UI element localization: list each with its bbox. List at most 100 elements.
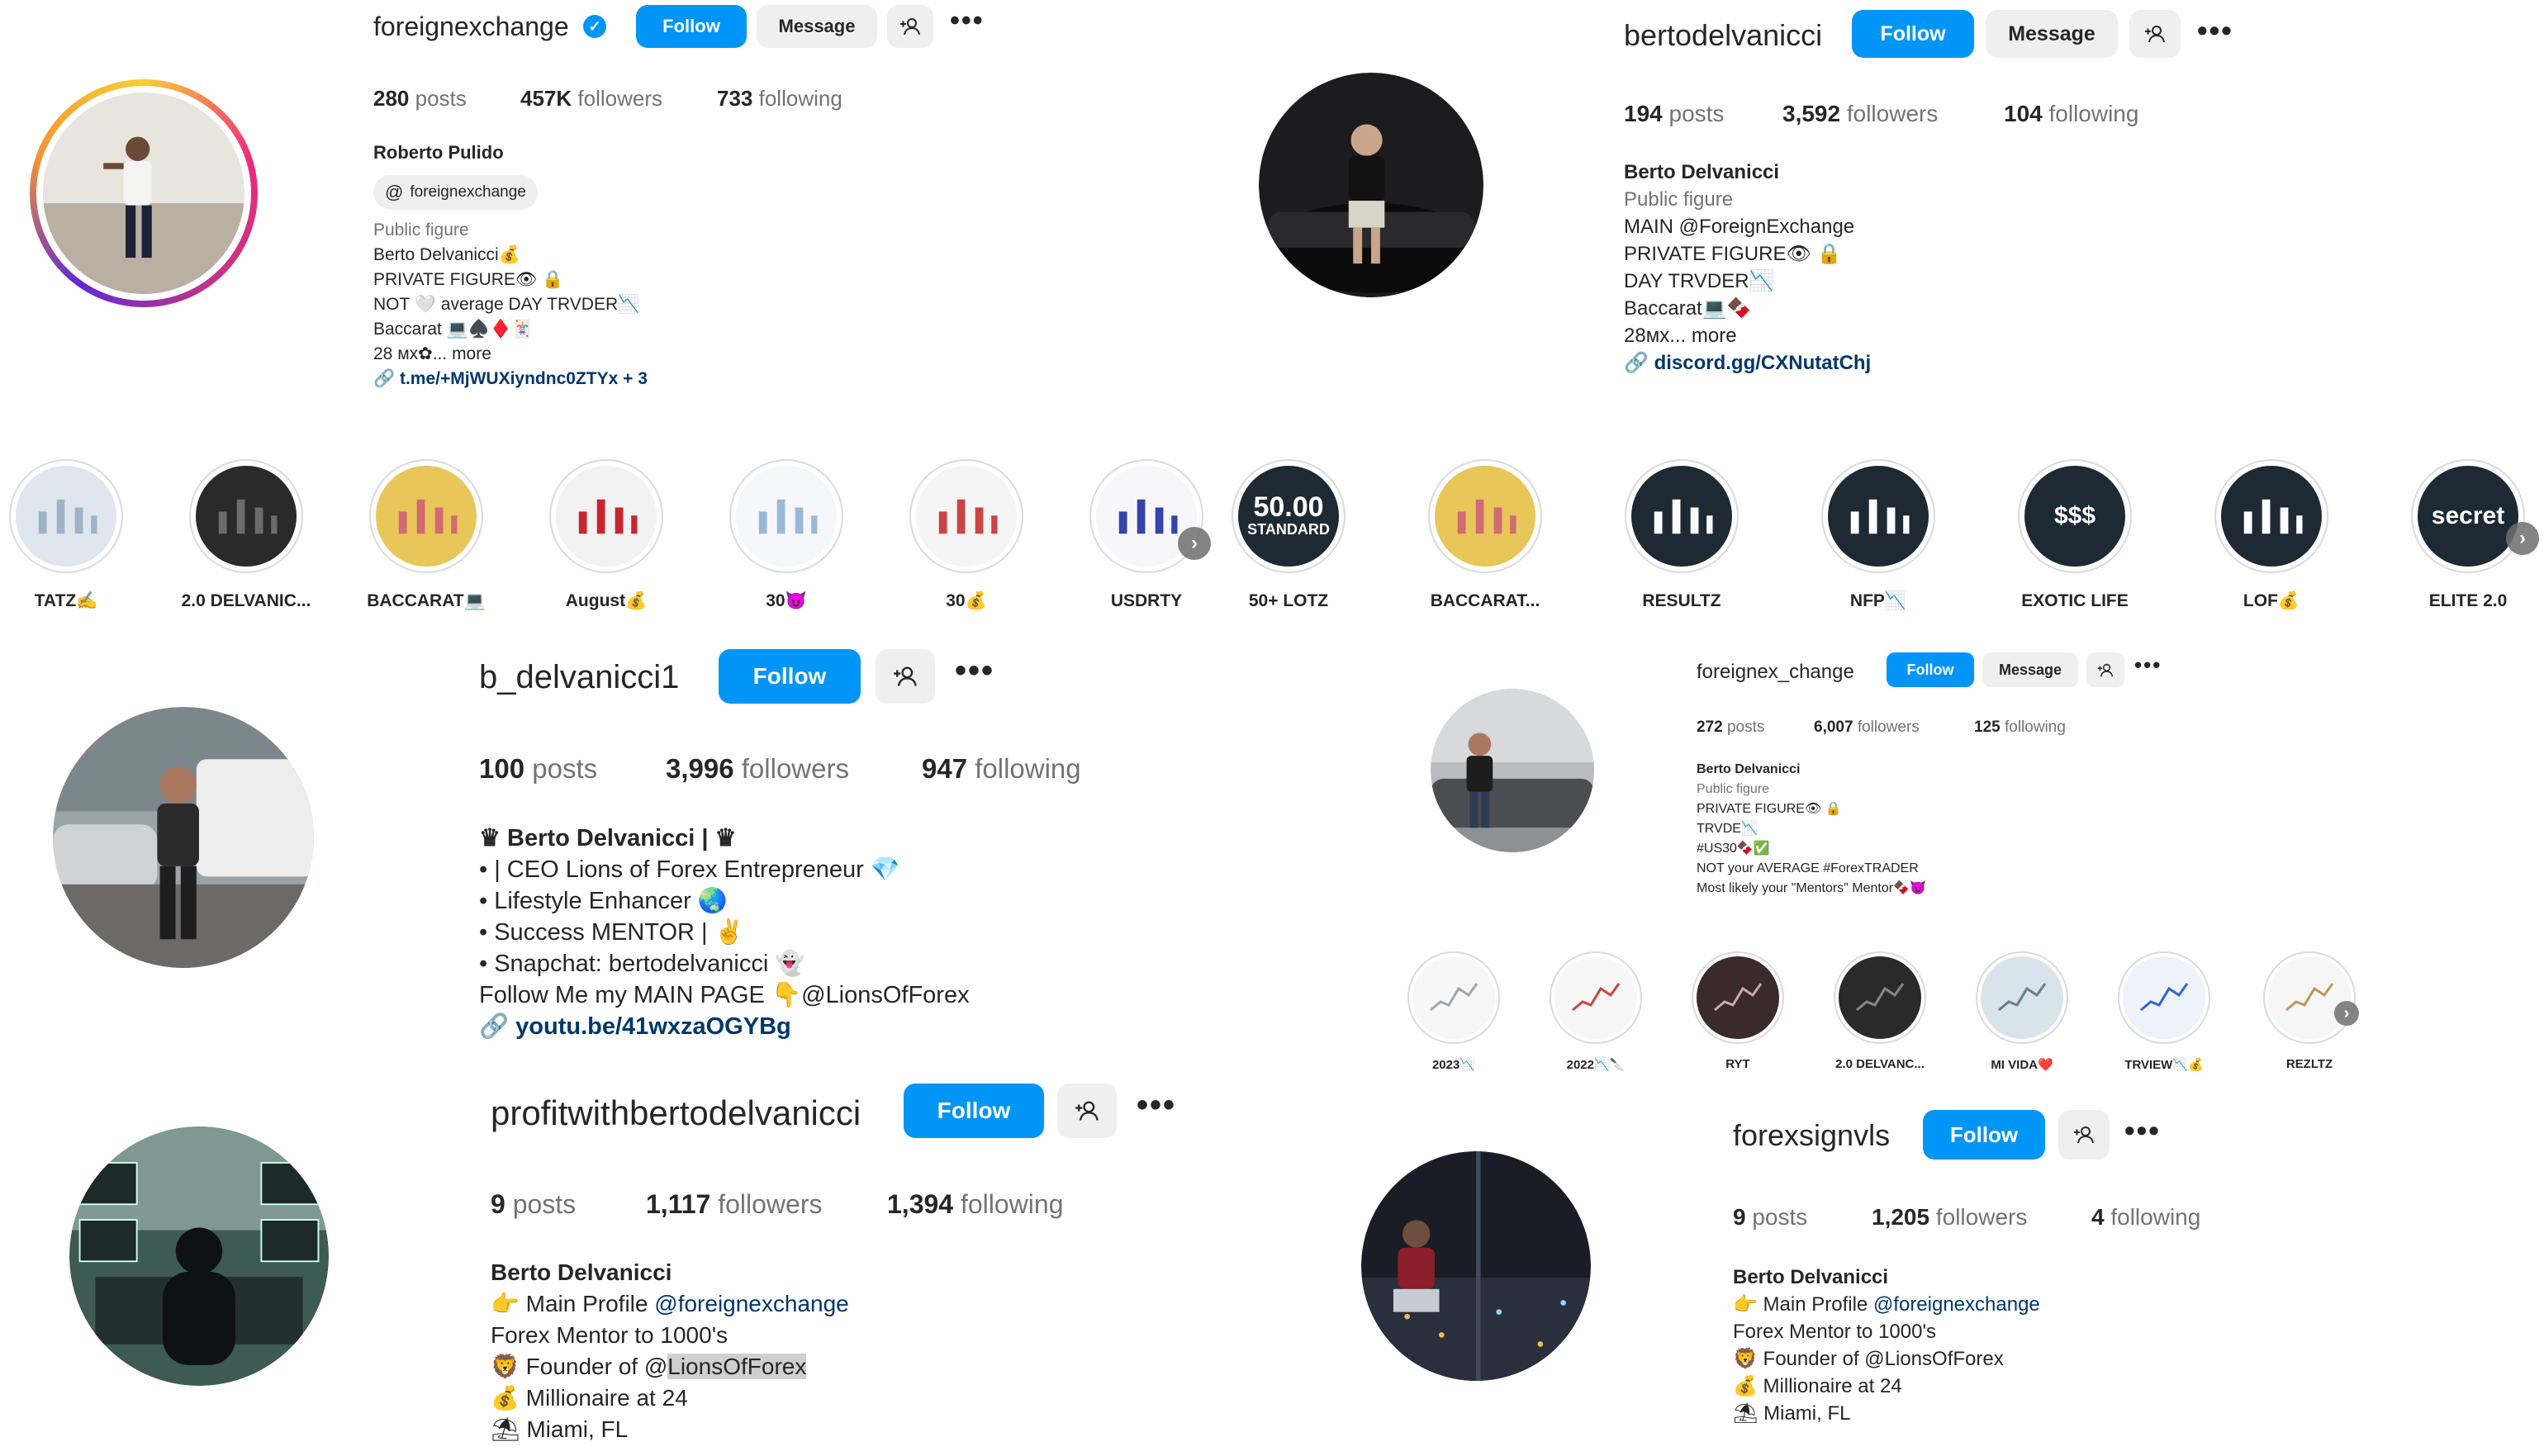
profile-avatar[interactable] — [1259, 73, 1483, 297]
suggest-people-button[interactable] — [2086, 652, 2124, 687]
highlight-cover-art — [1998, 983, 2047, 1012]
follow-button[interactable]: Follow — [1923, 1110, 2045, 1160]
following-count[interactable]: 104 following — [2004, 101, 2138, 127]
highlight-label: RYT — [1725, 1057, 1750, 1071]
bio-line: ⛱ Miami, FL — [1733, 1402, 1851, 1425]
more-options-icon[interactable]: ••• — [955, 652, 994, 690]
highlight-cover-art — [2285, 983, 2334, 1012]
highlight-cover-art — [1856, 983, 1905, 1012]
profile-photo — [43, 92, 244, 294]
suggest-people-button[interactable] — [887, 5, 933, 48]
add-person-icon — [1075, 1101, 1099, 1121]
chevron-right-icon[interactable]: › — [2334, 1001, 2359, 1026]
highlight-cover-text: STANDARD — [1247, 521, 1330, 538]
followers-count[interactable]: 457K followers — [520, 86, 662, 111]
bio-line: Berto Delvanicci💰 — [373, 245, 520, 264]
highlight-label: BACCARAT💻 — [367, 591, 486, 610]
profile-avatar[interactable] — [1431, 689, 1594, 852]
follow-button[interactable]: Follow — [904, 1084, 1044, 1138]
following-count[interactable]: 947 following — [922, 753, 1081, 785]
bio-line: PRIVATE FIGURE👁 🔒 — [373, 270, 564, 289]
followers-count[interactable]: 1,117 followers — [646, 1189, 822, 1220]
profile-avatar[interactable] — [69, 1126, 329, 1386]
suggest-people-button[interactable] — [2058, 1110, 2110, 1160]
bio-more[interactable]: 28мх... more — [1624, 322, 1871, 349]
bio-line: 💰 Millionaire at 24 — [491, 1385, 688, 1411]
profile-photo — [53, 707, 314, 968]
threads-badge[interactable]: @ foreignexchange — [373, 175, 538, 210]
more-options-icon[interactable]: ••• — [2134, 652, 2162, 678]
posts-count: 100 posts — [479, 753, 598, 784]
highlight-label: 50+ LOTZ — [1248, 591, 1329, 610]
bio-line: TRVDE📉 — [1697, 822, 1758, 836]
bio: Berto Delvanicci 👉 Main Profile @foreign… — [491, 1257, 849, 1445]
message-button[interactable]: Message — [757, 5, 877, 48]
add-person-icon — [894, 666, 917, 686]
suggest-people-button[interactable] — [1057, 1084, 1117, 1138]
more-options-icon[interactable]: ••• — [2124, 1113, 2161, 1148]
posts-count: 9 posts — [491, 1189, 577, 1219]
highlight-cover-art — [1119, 499, 1178, 534]
followers-count[interactable]: 1,205 followers — [1872, 1204, 2027, 1231]
follow-button[interactable]: Follow — [719, 649, 861, 704]
external-link[interactable]: 🔗 t.me/+MjWUXiyndnc0ZTYx + 3 — [373, 367, 648, 391]
highlight-label: 30😈 — [766, 591, 807, 610]
following-count[interactable]: 1,394 following — [887, 1189, 1063, 1220]
bio-line: MAIN @ForeignExchange — [1624, 216, 1855, 238]
more-options-icon[interactable]: ••• — [950, 5, 985, 37]
bio: Berto Delvanicci 👉 Main Profile @foreign… — [1733, 1264, 2040, 1427]
highlight-label: 2023📉 — [1431, 1058, 1476, 1072]
external-link[interactable]: 🔗 youtu.be/41wxzaOGYBg — [479, 1011, 970, 1042]
followers-count[interactable]: 3,592 followers — [1782, 101, 1938, 127]
profile-avatar[interactable] — [43, 92, 244, 294]
highlight-cover-art — [1714, 983, 1763, 1012]
profile-avatar[interactable] — [53, 707, 314, 968]
highlight-cover-art — [39, 499, 97, 534]
add-person-icon — [2074, 1126, 2094, 1144]
highlight-cover — [196, 466, 297, 567]
suggest-people-button[interactable] — [2129, 10, 2181, 58]
following-count[interactable]: 4 following — [2091, 1204, 2200, 1231]
highlight-cover-art — [939, 499, 998, 534]
followers-count[interactable]: 6,007 followers — [1814, 719, 1920, 737]
highlight-cover-text: secret — [2431, 502, 2505, 529]
following-count[interactable]: 733 following — [717, 86, 842, 111]
more-options-icon[interactable]: ••• — [1137, 1087, 1176, 1124]
mention-link[interactable]: @foreignexchange — [654, 1291, 848, 1316]
highlight-label: EXOTIC LIFE — [2021, 591, 2129, 610]
highlight-cover — [2268, 956, 2351, 1039]
follow-button[interactable]: Follow — [1887, 652, 1974, 687]
highlight-cover — [1631, 466, 1732, 567]
mention-link[interactable]: @foreignexchange — [1873, 1293, 2040, 1316]
selected-text[interactable]: LionsOfForex — [667, 1354, 807, 1379]
highlight-label: 2022📉🔪 — [1566, 1058, 1626, 1072]
chevron-right-icon[interactable]: › — [1178, 527, 1211, 560]
follow-button[interactable]: Follow — [636, 5, 747, 48]
following-count[interactable]: 125 following — [1974, 719, 2066, 737]
suggest-people-button[interactable] — [876, 649, 935, 704]
highlight-cover — [1839, 956, 1921, 1039]
external-link[interactable]: 🔗 discord.gg/CXNutatChj — [1624, 349, 1871, 377]
more-options-icon[interactable]: ••• — [2197, 13, 2233, 48]
followers-count[interactable]: 3,996 followers — [666, 753, 849, 785]
bio-more[interactable]: 28 мх✿... more — [373, 342, 648, 367]
highlight-label: NFP📉 — [1849, 591, 1907, 610]
threads-handle: foreignexchange — [410, 183, 526, 201]
profile-avatar[interactable] — [1361, 1151, 1591, 1381]
username: profitwithbertodelvanicci — [491, 1093, 861, 1132]
bio-line: Most likely your "Mentors" Mentor🍫😈 — [1697, 881, 1926, 895]
bio: Berto Delvanicci Public figure PRIVATE F… — [1697, 760, 1926, 899]
link-icon: 🔗 — [373, 369, 400, 388]
message-button[interactable]: Message — [1986, 10, 2118, 58]
category: Public figure — [1624, 188, 1734, 211]
follow-button[interactable]: Follow — [1852, 10, 1974, 58]
chevron-right-icon[interactable]: › — [2506, 522, 2539, 555]
link-icon: 🔗 — [1624, 352, 1654, 374]
profile-name: Roberto Pulido — [373, 142, 504, 163]
message-button[interactable]: Message — [1982, 652, 2078, 687]
highlight-cover — [916, 466, 1017, 567]
highlight-label: 2.0 DELVANC... — [1835, 1057, 1925, 1071]
bio-line: #US30🍫✅ — [1697, 842, 1770, 856]
username: foreignex_change — [1697, 661, 1854, 683]
bio-line: Forex Mentor to 1000's — [491, 1322, 729, 1348]
